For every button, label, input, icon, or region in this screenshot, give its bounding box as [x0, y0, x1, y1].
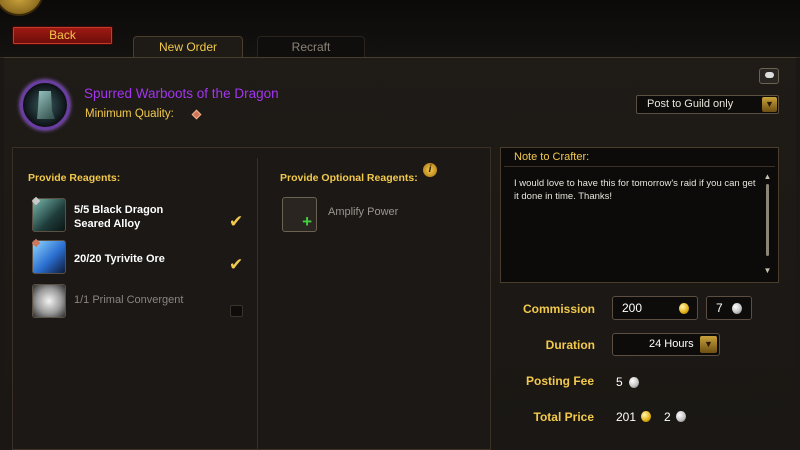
total-price-label: Total Price	[533, 410, 594, 424]
optional-reagent-name: Amplify Power	[328, 206, 399, 218]
boot-glyph-icon	[37, 91, 55, 119]
silver-coin-icon	[629, 377, 639, 388]
reagent-1-line1: 5/5 Black Dragon	[74, 204, 164, 216]
checkmark-icon[interactable]: ✔	[229, 256, 247, 273]
checkmark-icon[interactable]: ✔	[229, 213, 247, 230]
total-gold-value: 201	[616, 410, 637, 424]
silver-coin-icon	[732, 303, 742, 314]
item-boots-icon[interactable]	[20, 80, 70, 130]
reagent-name-2: 20/20 Tyrivite Ore	[74, 253, 165, 265]
total-silver-value: 2	[664, 410, 671, 424]
chat-bubble-icon[interactable]	[759, 68, 779, 84]
commission-silver-value: 7	[716, 301, 723, 315]
duration-label: Duration	[545, 338, 595, 352]
commission-silver-input[interactable]: 7	[706, 296, 752, 320]
posting-fee-value: 5	[616, 375, 623, 389]
panel-divider	[257, 158, 258, 450]
duration-value: 24 Hours	[649, 338, 694, 350]
scroll-thumb[interactable]	[766, 184, 769, 256]
post-to-dropdown[interactable]: Post to Guild only ▼	[636, 95, 779, 114]
scroll-up-icon[interactable]: ▲	[763, 172, 772, 181]
chevron-down-icon[interactable]: ▼	[700, 336, 717, 353]
commission-gold-input[interactable]: 200	[612, 296, 698, 320]
back-button[interactable]: Back	[12, 26, 113, 45]
post-to-value: Post to Guild only	[647, 98, 734, 110]
note-scrollbar[interactable]: ▲ ▼	[763, 172, 772, 278]
posting-fee-label: Posting Fee	[525, 374, 594, 388]
unchecked-box[interactable]	[230, 305, 243, 317]
provide-reagents-heading: Provide Reagents:	[28, 172, 121, 184]
duration-dropdown[interactable]: 24 Hours ▼	[612, 333, 720, 356]
commission-label: Commission	[522, 302, 595, 316]
plus-icon: +	[302, 212, 312, 231]
minimum-quality-label: Minimum Quality:	[85, 108, 174, 120]
primal-convergent-icon[interactable]	[32, 284, 66, 318]
crest-emblem-icon	[0, 0, 44, 16]
item-name[interactable]: Spurred Warboots of the Dragon	[84, 86, 279, 101]
note-to-crafter-box[interactable]	[500, 147, 779, 283]
gold-coin-icon	[641, 411, 651, 422]
silver-coin-icon	[676, 411, 686, 422]
reagent-name-1: 5/5 Black Dragon Seared Alloy	[74, 203, 163, 231]
scroll-down-icon[interactable]: ▼	[763, 266, 772, 275]
note-title: Note to Crafter:	[514, 151, 590, 163]
reagent-1-line2: Seared Alloy	[74, 218, 141, 230]
info-icon[interactable]: i	[423, 163, 437, 177]
crafting-orders-window: Back New Order Recraft Spurred Warboots …	[0, 0, 800, 450]
title-bar	[0, 0, 800, 58]
chevron-down-icon[interactable]: ▼	[762, 97, 777, 112]
commission-gold-value: 200	[622, 301, 643, 315]
gold-coin-icon	[679, 303, 689, 314]
tab-recraft[interactable]: Recraft	[257, 36, 365, 58]
optional-reagents-heading: Provide Optional Reagents:	[280, 172, 418, 184]
reagent-name-3: 1/1 Primal Convergent	[74, 294, 184, 306]
note-text[interactable]: I would love to have this for tomorrow's…	[514, 177, 759, 203]
optional-reagent-slot[interactable]: +	[282, 197, 317, 232]
note-divider	[504, 166, 775, 167]
tab-new-order[interactable]: New Order	[133, 36, 243, 58]
